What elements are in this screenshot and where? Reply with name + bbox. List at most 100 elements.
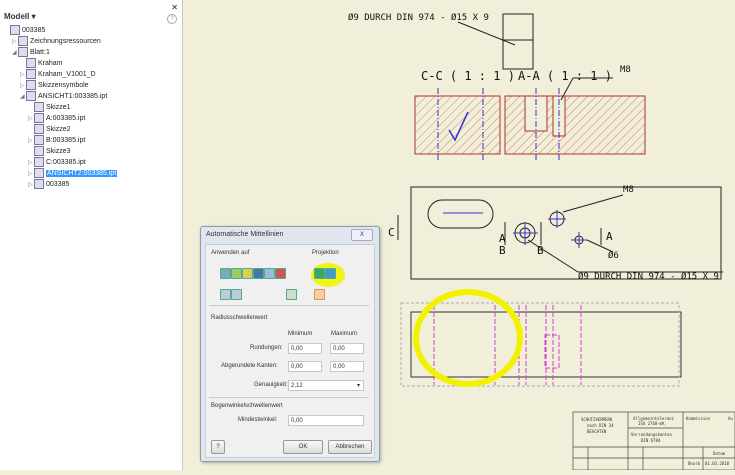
help-button[interactable]: ? [211, 440, 225, 454]
tree-node[interactable]: ▷ 003385 [28, 179, 69, 189]
browser-title: Modell [4, 12, 30, 21]
node-icon [18, 36, 28, 46]
tree-node[interactable]: ▷ Zeichnungsressourcen [12, 36, 101, 46]
tree-node-label: C:003385.ipt [46, 158, 86, 166]
chevron-down-icon: ▾ [356, 383, 360, 389]
tree-node-label: ANSICHT1:003385.ipt [38, 92, 108, 100]
tree-node-label: ANSICHT2:003385.ipt [46, 169, 118, 177]
section-cc [414, 95, 501, 155]
title-block-text: Bearb [688, 461, 701, 466]
fillets-min-input[interactable]: 0,00 [288, 343, 322, 354]
tree-node-label: Skizze1 [46, 103, 71, 111]
precision-value: 2,12 [291, 383, 303, 389]
fillets-label: Rundungen: [250, 345, 283, 351]
tree-node-label: Kraham_V1001_D [38, 70, 96, 78]
tree-node-label: Skizze2 [46, 125, 71, 133]
tree-node-label: Blatt:1 [30, 48, 50, 56]
title-block-text: Datum [713, 451, 726, 456]
browser-header[interactable]: Modell ▾ [4, 12, 36, 21]
tree-node[interactable]: ▷ C:003385.ipt [28, 157, 86, 167]
cylinders-icon[interactable] [242, 268, 253, 279]
center-mark-icon[interactable] [314, 289, 325, 300]
tree-node-label: Kraham [38, 59, 63, 67]
close-button[interactable]: X [351, 229, 373, 241]
thread-label: M8 [620, 65, 631, 75]
projection-label: Projektion [312, 250, 339, 256]
work-features-icon[interactable] [286, 289, 297, 300]
model-browser: ✕ Modell ▾ ? 003385 ▷ Zeichnungsressourcen… [0, 0, 183, 470]
front-view [410, 186, 722, 280]
node-icon [34, 157, 44, 167]
bends-icon[interactable] [264, 268, 275, 279]
min-angle-input[interactable]: 0,00 [288, 415, 364, 426]
tree-node-label: Skizze3 [46, 147, 71, 155]
holes-icon[interactable] [220, 268, 231, 279]
tree-node-label: 003385 [22, 26, 46, 34]
min-angle-label: Mindestwinkel: [238, 417, 278, 423]
section-aa-label: A-A ( 1 : 1 ) [518, 69, 612, 83]
tree-node-label: Skizzensymbole [38, 81, 89, 89]
apply-to-label: Anwenden auf [211, 250, 250, 256]
rounded-max-input[interactable]: 0,00 [330, 361, 364, 372]
node-icon [34, 113, 44, 123]
tree-node[interactable]: Kraham [20, 58, 63, 68]
precision-select[interactable]: 2,12 ▾ [288, 380, 364, 391]
tree-node-label: 003385 [46, 180, 70, 188]
title-block-text: BEACHTEN [587, 429, 607, 434]
node-icon [26, 91, 36, 101]
note-hole-front: Ø9 DURCH DIN 974 - Ø15 X 9 [578, 271, 719, 282]
fillets-max-input[interactable]: 0,00 [330, 343, 364, 354]
tree-node[interactable]: ▷ A:003385.ipt [28, 113, 85, 123]
section-marker-a2: A [606, 230, 613, 243]
node-icon [34, 124, 44, 134]
cancel-button[interactable]: Abbrechen [328, 440, 372, 454]
node-icon [26, 58, 36, 68]
precision-label: Genauigkeit: [254, 382, 288, 388]
punches-icon[interactable] [275, 268, 286, 279]
node-icon [34, 135, 44, 145]
tree-node-label: A:003385.ipt [46, 114, 86, 122]
node-icon [26, 80, 36, 90]
node-icon [10, 25, 20, 35]
dia-label: Ø6 [608, 250, 619, 261]
rounded-min-input[interactable]: 0,00 [288, 361, 322, 372]
fillets-icon[interactable] [231, 268, 242, 279]
tree-node[interactable]: Skizze3 [28, 146, 71, 156]
rect-pattern-icon[interactable] [231, 289, 242, 300]
note-hole-top: Ø9 DURCH DIN 974 - Ø15 X 9 [348, 12, 489, 23]
tree-node[interactable]: Skizze1 [28, 102, 71, 112]
node-icon [18, 47, 28, 57]
projection-axis-icon[interactable] [314, 268, 325, 279]
title-block-text: Au [728, 416, 733, 421]
tree-node[interactable]: ◢ Blatt:1 [12, 47, 50, 57]
projection-plane-icon[interactable] [325, 268, 336, 279]
thread-label-2: M8 [623, 185, 634, 195]
tree-node[interactable]: ▷ Kraham_V1001_D [20, 69, 96, 79]
tree-node[interactable]: ▷ ANSICHT2:003385.ipt [28, 168, 118, 178]
rounded-edges-label: Abgerundete Kanten: [221, 363, 278, 369]
highlight-circle [413, 289, 523, 387]
node-icon [34, 168, 44, 178]
minimum-header: Minimum [288, 331, 313, 337]
close-icon[interactable]: ✕ [171, 3, 178, 12]
tree-node[interactable]: 003385 [4, 25, 45, 35]
revolved-icon[interactable] [253, 268, 264, 279]
section-marker-b2: B [537, 244, 544, 257]
tree-node[interactable]: ▷ B:003385.ipt [28, 135, 85, 145]
title-block-text: SCHUTZVERMERK [581, 417, 613, 422]
circular-pattern-icon[interactable] [220, 289, 231, 300]
node-icon [34, 102, 44, 112]
ok-button[interactable]: OK [283, 440, 323, 454]
title-block-text: Verrundungskanten [631, 432, 673, 437]
maximum-header: Maximum [331, 331, 358, 337]
section-marker-c: C [388, 226, 395, 239]
section-marker-b: B [499, 244, 506, 257]
node-icon [26, 69, 36, 79]
tree-node[interactable]: Skizze2 [28, 124, 71, 134]
node-icon [34, 146, 44, 156]
arc-threshold-label: Bogenwinkelschwellenwert [211, 403, 283, 409]
radius-threshold-label: Radiusschwellenwert [211, 315, 268, 321]
tree-node[interactable]: ▷ Skizzensymbole [20, 80, 89, 90]
tree-node[interactable]: ◢ ANSICHT1:003385.ipt [20, 91, 107, 101]
help-icon[interactable]: ? [167, 14, 177, 24]
